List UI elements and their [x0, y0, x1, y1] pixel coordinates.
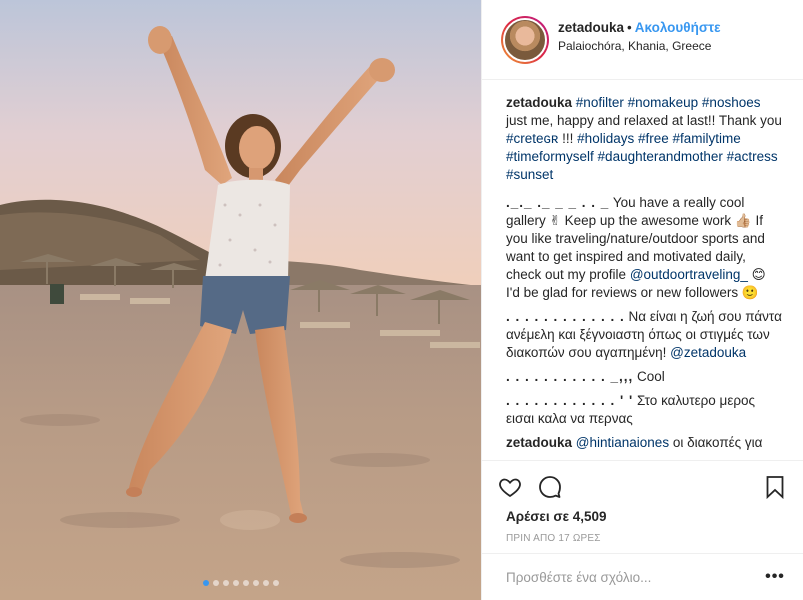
comment-button[interactable] — [538, 467, 578, 507]
comment-bubble-icon — [539, 476, 561, 498]
carousel-dot — [222, 580, 229, 586]
post-photo[interactable] — [0, 0, 481, 600]
comment-text: οι διακοπές για — [672, 435, 763, 450]
comment-mention[interactable]: @outdoortraveling_ — [630, 267, 748, 282]
action-bar — [498, 467, 787, 507]
carousel-indicator — [0, 580, 481, 586]
comment-mention[interactable]: @zetadouka — [670, 345, 746, 360]
post-username[interactable]: zetadouka — [558, 20, 624, 35]
post-location[interactable]: Palaiochóra, Khania, Greece — [558, 37, 721, 55]
comment-item: . . . . . . . . . . . _,,, Cool — [506, 368, 783, 386]
hashtag[interactable]: #sunset — [506, 167, 553, 182]
carousel-dot — [242, 580, 249, 586]
caption: zetadouka #nofilter #nomakeup #noshoes j… — [506, 94, 783, 184]
comment-item: ._._ ._ _ _ . . _ You have a really cool… — [506, 194, 783, 302]
hashtag[interactable]: #holidays — [577, 131, 634, 146]
post-header: zetadouka • Ακολουθήστε Palaiochóra, Khani… — [482, 0, 803, 80]
post-side-panel: zetadouka • Ακολουθήστε Palaiochóra, Khani… — [481, 0, 803, 600]
comment-item: . . . . . . . . . . . . . Να είναι η ζωή… — [506, 308, 783, 362]
post-timestamp[interactable]: ΠΡΙΝ ΑΠΟ 17 ΩΡΕΣ — [506, 533, 787, 544]
bookmark-icon — [766, 476, 784, 499]
hashtag[interactable]: #creteɢʀ — [506, 131, 558, 146]
comment-username[interactable]: zetadouka — [506, 435, 572, 450]
more-options-button[interactable]: ••• — [763, 565, 787, 589]
save-button[interactable] — [747, 467, 787, 507]
hashtag[interactable]: #daughterandmother — [598, 149, 723, 164]
heart-icon — [499, 478, 521, 498]
hashtag[interactable]: #nomakeup — [628, 95, 699, 110]
beach-photo-image — [0, 0, 481, 600]
carousel-dot — [262, 580, 269, 586]
hashtag[interactable]: #actress — [727, 149, 778, 164]
comment-text: Cool — [637, 369, 665, 384]
comment-mention[interactable]: @hintianaiones — [576, 435, 669, 450]
caption-text: !!! — [562, 131, 574, 146]
comment-username[interactable]: . . . . . . . . . . . . ' ' — [506, 393, 633, 408]
carousel-dot — [252, 580, 259, 586]
comment-username[interactable]: . . . . . . . . . . . _,,, — [506, 369, 633, 384]
comment-username[interactable]: . . . . . . . . . . . . . — [506, 309, 625, 324]
avatar-image — [503, 17, 547, 62]
hashtag[interactable]: #nofilter — [576, 95, 624, 110]
header-text: zetadouka • Ακολουθήστε Palaiochóra, Khani… — [558, 19, 721, 55]
comments-list[interactable]: zetadouka #nofilter #nomakeup #noshoes j… — [482, 80, 803, 460]
caption-text: just me, happy and relaxed at last!! Tha… — [506, 113, 782, 128]
like-button[interactable] — [498, 467, 538, 507]
hashtag[interactable]: #timeformyself — [506, 149, 594, 164]
carousel-dot — [232, 580, 239, 586]
comment-item: zetadouka @hintianaiones οι διακοπές για — [506, 434, 783, 452]
carousel-dot — [212, 580, 219, 586]
hashtag[interactable]: #familytime — [673, 131, 741, 146]
hashtag[interactable]: #free — [638, 131, 669, 146]
caption-username[interactable]: zetadouka — [506, 95, 572, 110]
carousel-dot — [202, 580, 209, 586]
comment-username[interactable]: ._._ ._ _ _ . . _ — [506, 195, 609, 210]
post-actions-section: Αρέσει σε 4,509 ΠΡΙΝ ΑΠΟ 17 ΩΡΕΣ — [482, 460, 803, 553]
header-separator: • — [627, 19, 632, 35]
avatar[interactable] — [501, 15, 549, 64]
follow-button[interactable]: Ακολουθήστε — [635, 20, 721, 35]
hashtag[interactable]: #noshoes — [702, 95, 761, 110]
add-comment-section: ••• — [482, 553, 803, 600]
likes-count[interactable]: Αρέσει σε 4,509 — [506, 509, 787, 524]
comment-item: . . . . . . . . . . . . ' ' Στο καλυτερο… — [506, 392, 783, 428]
carousel-dot — [272, 580, 279, 586]
comment-input[interactable] — [506, 569, 763, 585]
